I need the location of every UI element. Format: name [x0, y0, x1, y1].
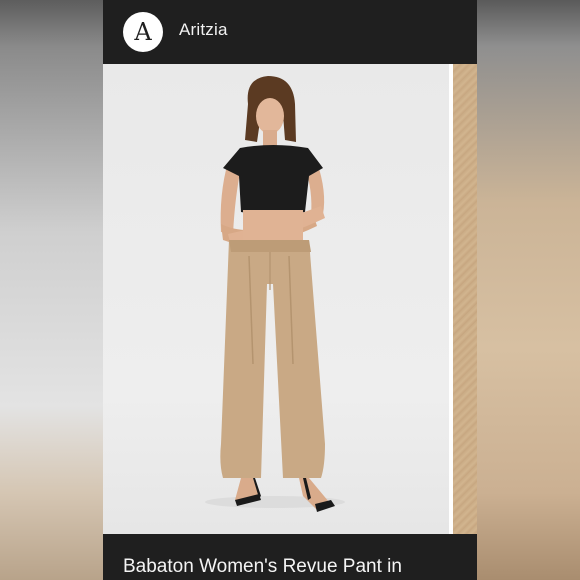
listing-screen: A Aritzia Babaton Women's Revue Pant in [103, 0, 477, 580]
product-title[interactable]: Babaton Women's Revue Pant in [123, 556, 402, 578]
header-bar: A Aritzia [103, 0, 477, 64]
product-photo[interactable] [103, 64, 449, 534]
aritzia-logo-icon[interactable]: A [123, 12, 163, 52]
model-illustration [205, 76, 345, 512]
logo-letter: A [134, 18, 152, 46]
blurred-backdrop-left [0, 0, 103, 580]
next-photo-preview[interactable] [453, 64, 477, 534]
brand-name[interactable]: Aritzia [179, 20, 228, 40]
blurred-backdrop-right [477, 0, 580, 580]
